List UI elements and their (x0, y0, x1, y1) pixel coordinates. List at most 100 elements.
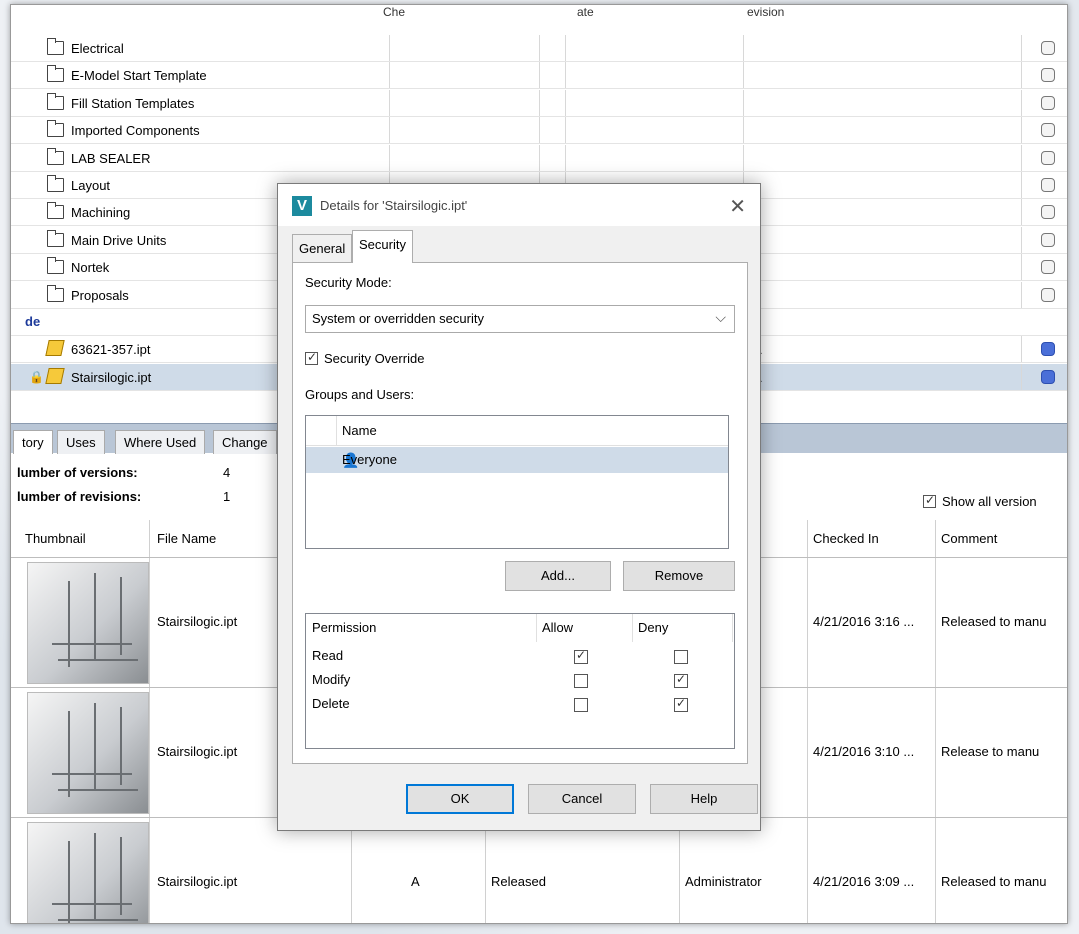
tab-where-used[interactable]: Where Used (115, 430, 206, 454)
row-checkbox[interactable] (1041, 95, 1055, 110)
tab-security[interactable]: Security (352, 230, 413, 263)
deny-checkbox[interactable] (674, 672, 688, 688)
column-divider (1021, 281, 1022, 308)
column-divider (539, 117, 540, 144)
permission-column-header: Permission (312, 620, 377, 635)
close-icon[interactable]: ✕ (729, 194, 746, 219)
name-column-header[interactable]: Name (342, 423, 377, 438)
comment: Release to manu (941, 744, 1040, 759)
security-mode-dropdown[interactable]: System or overridden security ⌵ (305, 305, 735, 333)
group-name: Everyone (342, 452, 397, 467)
ok-button[interactable]: OK (406, 784, 514, 814)
allow-checkbox[interactable] (574, 674, 588, 688)
column-divider (389, 35, 390, 61)
folder-name: Machining (71, 205, 131, 221)
help-button[interactable]: Help (650, 784, 758, 814)
dialog-titlebar: V Details for 'Stairsilogic.ipt' ✕ (278, 184, 760, 226)
row-checkbox[interactable] (1041, 232, 1055, 247)
folder-icon (47, 120, 64, 138)
allow-column-header: Allow (542, 620, 574, 635)
row-checkbox[interactable] (1041, 287, 1055, 302)
folder-name: Main Drive Units (71, 232, 167, 248)
deny-column-header: Deny (638, 620, 669, 635)
column-divider (565, 144, 566, 171)
vault-window: Che ate evision Electrical E-Model Start … (10, 4, 1068, 924)
column-divider (1021, 117, 1022, 144)
row-checkbox[interactable] (1041, 41, 1055, 55)
details-dialog: V Details for 'Stairsilogic.ipt' ✕ Gener… (277, 183, 761, 831)
folder-icon (47, 175, 64, 192)
row-checkbox[interactable] (1041, 178, 1055, 192)
security-override-label: Security Override (324, 351, 425, 366)
column-divider (732, 614, 733, 642)
security-mode-value: System or overridden security (312, 311, 484, 326)
row-checkbox[interactable] (1041, 123, 1055, 138)
column-divider (1021, 89, 1022, 116)
checked-in-by: Administrator (685, 874, 762, 889)
folder-row[interactable]: Imported Components (11, 117, 1067, 145)
show-all-versions-checkbox[interactable]: Show all version (923, 493, 1037, 509)
column-divider (336, 416, 337, 446)
security-mode-label: Security Mode: (305, 275, 392, 290)
folder-row[interactable]: Fill Station Templates (11, 89, 1067, 117)
column-divider (389, 144, 390, 171)
permission-name: Read (312, 648, 344, 663)
column-divider (743, 35, 744, 61)
column-divider (565, 89, 566, 116)
table-row[interactable]: Stairsilogic.ipt A Released Administrator 4/… (11, 817, 1067, 923)
folder-name: Proposals (71, 287, 129, 303)
tab-general[interactable]: General (292, 234, 353, 262)
cancel-button[interactable]: Cancel (528, 784, 636, 814)
deny-checkbox[interactable] (674, 696, 688, 712)
checked-in-date: 4/21/2016 3:10 ... (813, 744, 915, 759)
revisions-value: 1 (223, 489, 231, 504)
folder-icon (47, 38, 64, 55)
column-header-state[interactable]: ate (577, 5, 594, 29)
column-divider (632, 614, 633, 642)
column-header-revision[interactable]: evision (747, 5, 784, 29)
allow-checkbox[interactable] (574, 648, 588, 664)
security-override-checkbox[interactable]: Security Override (305, 350, 425, 366)
part-file-icon (45, 367, 65, 384)
column-divider (539, 62, 540, 89)
column-header-checked[interactable]: Che (383, 5, 405, 29)
tab-history[interactable]: tory (13, 430, 53, 454)
list-header: Name (306, 416, 728, 446)
column-divider (389, 89, 390, 116)
column-divider (536, 614, 537, 642)
column-divider (743, 117, 744, 144)
column-divider (1021, 35, 1022, 61)
tab-change[interactable]: Change (213, 430, 277, 454)
add-button[interactable]: Add... (505, 561, 611, 591)
remove-button[interactable]: Remove (623, 561, 735, 591)
folder-row[interactable]: E-Model Start Template (11, 62, 1067, 90)
row-checkbox[interactable] (1041, 369, 1055, 384)
list-item[interactable]: 👤 Everyone (306, 447, 728, 473)
allow-checkbox[interactable] (574, 698, 588, 712)
column-divider (389, 117, 390, 144)
version-stats: lumber of versions: 4 lumber of revisions… (17, 465, 277, 513)
dialog-title: Details for 'Stairsilogic.ipt' (320, 198, 468, 213)
versions-value: 4 (223, 465, 231, 480)
row-checkbox[interactable] (1041, 260, 1055, 275)
groups-users-list[interactable]: Name 👤 Everyone (305, 415, 729, 549)
row-checkbox[interactable] (1041, 205, 1055, 220)
thumbnail-image (27, 822, 149, 923)
state: Released (491, 874, 546, 889)
lock-icon: 🔒 (29, 369, 44, 384)
row-checkbox[interactable] (1041, 68, 1055, 83)
column-divider (1021, 226, 1022, 253)
folder-row[interactable]: LAB SEALER (11, 144, 1067, 172)
row-checkbox[interactable] (1041, 150, 1055, 165)
folder-name: Imported Components (71, 123, 200, 139)
folder-row[interactable]: Electrical (11, 35, 1067, 62)
tab-uses[interactable]: Uses (57, 430, 105, 454)
deny-checkbox[interactable] (674, 650, 688, 664)
checkbox-icon (923, 493, 936, 508)
file-name: Stairsilogic.ipt (71, 369, 152, 385)
show-all-label: Show all version (942, 494, 1037, 509)
column-divider (1021, 172, 1022, 198)
row-checkbox[interactable] (1041, 342, 1055, 357)
column-divider (1021, 363, 1022, 390)
folder-name: E-Model Start Template (71, 68, 207, 84)
